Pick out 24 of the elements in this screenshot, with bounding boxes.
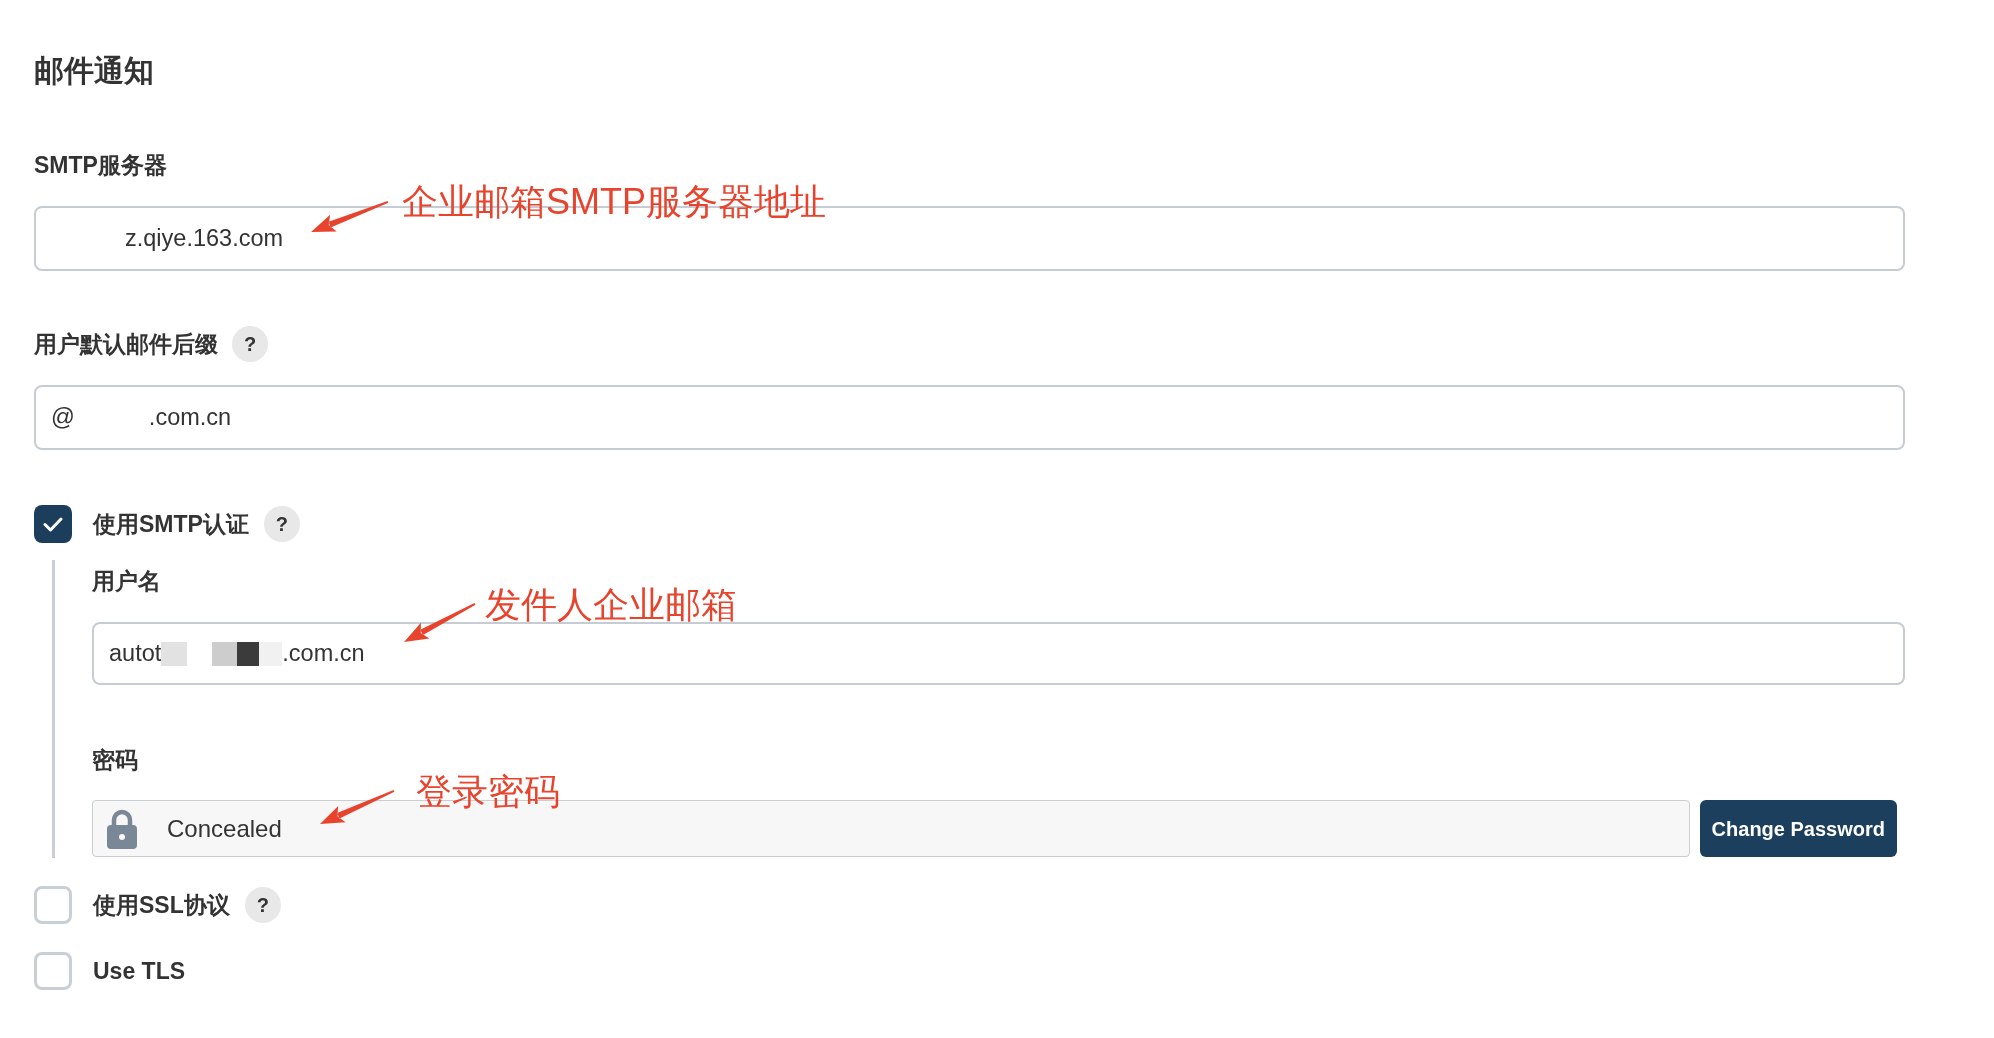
checkbox[interactable] bbox=[34, 505, 72, 543]
change-password-button[interactable]: Change Password bbox=[1699, 800, 1897, 857]
field-label: 密码 bbox=[92, 746, 138, 775]
section-title: 邮件通知 bbox=[34, 53, 155, 89]
checkbox[interactable] bbox=[34, 886, 72, 924]
checkbox-label: Use TLS bbox=[93, 956, 186, 986]
checkbox[interactable] bbox=[34, 952, 72, 990]
field-label: 用户默认邮件后缀 bbox=[34, 330, 218, 359]
help-button[interactable]: ? bbox=[244, 887, 281, 923]
field-label: SMTP服务器 bbox=[34, 151, 167, 180]
help-button[interactable]: ? bbox=[232, 326, 268, 362]
arrow-icon bbox=[320, 790, 395, 824]
checkmark-icon bbox=[43, 516, 63, 532]
field-label: 用户名 bbox=[92, 567, 161, 596]
help-button[interactable]: ? bbox=[263, 506, 300, 542]
text-field[interactable]: @ .com.cn bbox=[34, 385, 1905, 450]
lock-icon bbox=[107, 808, 137, 849]
arrow-icon bbox=[311, 201, 389, 232]
annotation-text: 发件人企业邮箱 bbox=[485, 585, 737, 625]
checkbox-label: 使用SSL协议 bbox=[93, 890, 230, 920]
arrow-icon bbox=[404, 603, 476, 642]
pixel-blocks-icon bbox=[161, 641, 283, 666]
checkbox-label: 使用SMTP认证 bbox=[93, 509, 249, 539]
text-field[interactable]: autot .com.cn bbox=[92, 622, 1905, 685]
